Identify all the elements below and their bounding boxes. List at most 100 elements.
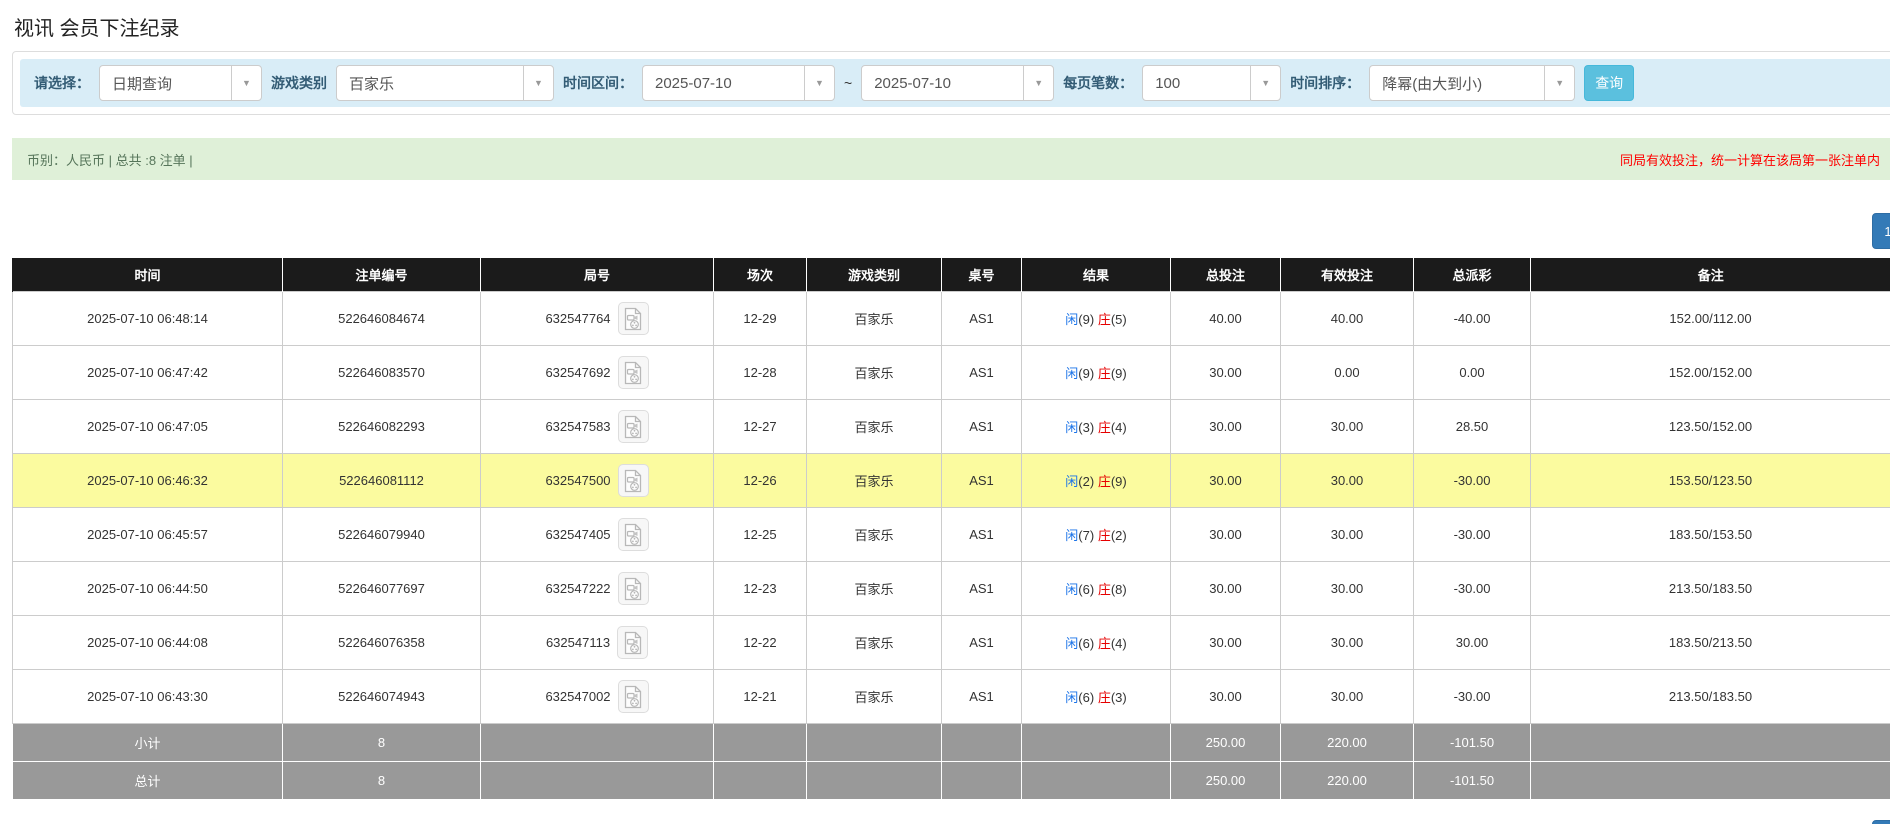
table-row: 2025-07-10 06:44:08 522646076358 6325471…	[13, 616, 1890, 670]
game-cell: 百家乐	[807, 292, 942, 346]
summary-payout: -101.50	[1414, 724, 1531, 762]
summary-valid-bet: 220.00	[1281, 762, 1414, 800]
game-cell: 百家乐	[807, 508, 942, 562]
video-replay-icon-button[interactable]	[618, 356, 649, 389]
summary-bar: 币别：人民币 | 总共 :8 注单 | 同局有效投注，统一计算在该局第一张注单内	[12, 138, 1890, 180]
total-bet-link[interactable]: 30.00	[1171, 616, 1281, 670]
video-replay-icon-button[interactable]	[618, 572, 649, 605]
total-bet-link[interactable]: 30.00	[1171, 670, 1281, 724]
date-to-select[interactable]: 2025-07-10 ▼	[861, 65, 1054, 101]
valid-bet-cell: 30.00	[1281, 670, 1414, 724]
video-document-icon	[622, 307, 644, 331]
empty-cell	[714, 724, 807, 762]
game-cell: 百家乐	[807, 454, 942, 508]
bet-id-cell: 522646074943	[283, 670, 481, 724]
video-document-icon	[622, 361, 644, 385]
total-bet-link[interactable]: 30.00	[1171, 562, 1281, 616]
sort-order-select[interactable]: 降幂(由大到小) ▼	[1369, 65, 1575, 101]
date-from-select[interactable]: 2025-07-10 ▼	[642, 65, 835, 101]
video-replay-icon-button[interactable]	[618, 302, 649, 335]
column-header: 备注	[1531, 258, 1890, 292]
valid-bet-cell: 0.00	[1281, 346, 1414, 400]
currency-total-text: 币别：人民币 | 总共 :8 注单 |	[27, 150, 193, 169]
valid-bet-cell: 40.00	[1281, 292, 1414, 346]
note-cell: 153.50/123.50	[1531, 454, 1890, 508]
summary-label: 总计	[13, 762, 283, 800]
session-cell: 12-22	[714, 616, 807, 670]
player-score: (2)	[1078, 474, 1094, 489]
empty-cell	[807, 724, 942, 762]
player-label: 闲	[1065, 312, 1078, 327]
summary-row: 小计 8 250.00 220.00 -101.50	[13, 724, 1890, 762]
table-row: 2025-07-10 06:48:14 522646084674 6325477…	[13, 292, 1890, 346]
player-label: 闲	[1065, 474, 1078, 489]
player-label: 闲	[1065, 636, 1078, 651]
caret-down-icon: ▼	[1250, 66, 1280, 100]
empty-cell	[1022, 724, 1171, 762]
player-label: 闲	[1065, 366, 1078, 381]
column-header: 场次	[714, 258, 807, 292]
bet-id-cell: 522646084674	[283, 292, 481, 346]
valid-bet-cell: 30.00	[1281, 454, 1414, 508]
banker-label: 庄	[1098, 582, 1111, 597]
game-category-select[interactable]: 百家乐 ▼	[336, 65, 554, 101]
round-id: 632547222	[545, 581, 610, 596]
page-size-select[interactable]: 100 ▼	[1142, 65, 1281, 101]
round-id: 632547002	[545, 689, 610, 704]
table-row: 2025-07-10 06:47:42 522646083570 6325476…	[13, 346, 1890, 400]
page-title: 视讯 会员下注纪录	[14, 12, 1890, 41]
valid-bet-cell: 30.00	[1281, 562, 1414, 616]
search-button[interactable]: 查询	[1584, 65, 1634, 101]
empty-cell	[942, 762, 1022, 800]
column-header: 时间	[13, 258, 283, 292]
player-score: (6)	[1078, 636, 1094, 651]
video-replay-icon-button[interactable]	[618, 518, 649, 551]
table-row: 2025-07-10 06:45:57 522646079940 6325474…	[13, 508, 1890, 562]
caret-down-icon: ▼	[1023, 66, 1053, 100]
round-id: 632547500	[545, 473, 610, 488]
player-score: (6)	[1078, 690, 1094, 705]
video-replay-icon-button[interactable]	[618, 410, 649, 443]
payout-cell: 30.00	[1414, 616, 1531, 670]
player-score: (9)	[1078, 366, 1094, 381]
video-document-icon	[622, 415, 644, 439]
session-cell: 12-26	[714, 454, 807, 508]
summary-payout: -101.50	[1414, 762, 1531, 800]
video-replay-icon-button[interactable]	[618, 464, 649, 497]
video-replay-icon-button[interactable]	[618, 680, 649, 713]
time-cell: 2025-07-10 06:44:50	[13, 562, 283, 616]
summary-total-bet: 250.00	[1171, 724, 1281, 762]
banker-label: 庄	[1098, 474, 1111, 489]
valid-bet-notice: 同局有效投注，统一计算在该局第一张注单内	[1620, 150, 1880, 169]
video-document-icon	[622, 631, 644, 655]
banker-score: (5)	[1111, 312, 1127, 327]
query-type-label: 请选择：	[34, 73, 90, 93]
query-type-value: 日期查询	[100, 66, 231, 100]
summary-count: 8	[283, 762, 481, 800]
player-score: (6)	[1078, 582, 1094, 597]
page-1-button[interactable]: 1	[1872, 213, 1890, 249]
total-bet-link[interactable]: 30.00	[1171, 400, 1281, 454]
column-header: 总派彩	[1414, 258, 1531, 292]
result-cell: 闲(6) 庄(3)	[1022, 670, 1171, 724]
round-id: 632547692	[545, 365, 610, 380]
video-document-icon	[622, 685, 644, 709]
page-1-button[interactable]: 1	[1872, 820, 1890, 824]
total-bet-link[interactable]: 30.00	[1171, 508, 1281, 562]
sort-order-label: 时间排序：	[1290, 73, 1360, 93]
table-no-cell: AS1	[942, 454, 1022, 508]
result-cell: 闲(9) 庄(5)	[1022, 292, 1171, 346]
table-no-cell: AS1	[942, 616, 1022, 670]
time-cell: 2025-07-10 06:47:05	[13, 400, 283, 454]
video-replay-icon-button[interactable]	[617, 626, 648, 659]
query-type-select[interactable]: 日期查询 ▼	[99, 65, 262, 101]
filter-panel: 请选择： 日期查询 ▼ 游戏类别 百家乐 ▼ 时间区间： 2025-07-10 …	[12, 51, 1890, 115]
total-bet-link[interactable]: 30.00	[1171, 346, 1281, 400]
game-category-label: 游戏类别	[271, 73, 327, 93]
total-bet-link[interactable]: 40.00	[1171, 292, 1281, 346]
banker-label: 庄	[1098, 690, 1111, 705]
empty-cell	[1531, 724, 1890, 762]
total-bet-link[interactable]: 30.00	[1171, 454, 1281, 508]
bet-id-cell: 522646076358	[283, 616, 481, 670]
caret-down-icon: ▼	[804, 66, 834, 100]
